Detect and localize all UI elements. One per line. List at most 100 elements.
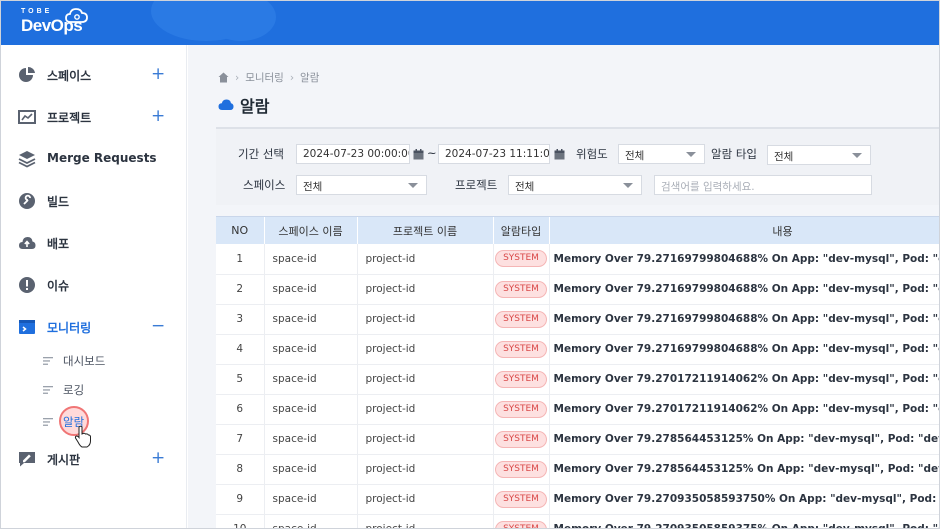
project-select[interactable]: 전체 (508, 175, 642, 195)
table-row[interactable]: 8 space-id project-id SYSTEM Memory Over 79.… (216, 454, 939, 485)
space-label: 스페이스 (243, 178, 286, 192)
space-select[interactable]: 전체 (296, 175, 427, 195)
calendar-icon[interactable] (554, 149, 565, 160)
alarm-type-badge: SYSTEM (495, 490, 547, 508)
chevron-right-icon: › (235, 71, 240, 84)
alarm-type-badge: SYSTEM (495, 460, 547, 478)
end-date-input[interactable]: 2024-07-23 11:11:03 (438, 144, 550, 164)
cell-project: project-id (357, 484, 494, 515)
cell-project: project-id (357, 454, 494, 485)
sidebar-subitem-label: 로깅 (63, 383, 85, 397)
sidebar-item-build[interactable]: 빌드 (1, 186, 187, 216)
filter-panel: 기간 선택 2024-07-23 00:00:00 ~ 2024-07-23 1… (216, 127, 939, 205)
table-row[interactable]: 5 space-id project-id SYSTEM Memory Over 79.… (216, 364, 939, 395)
pie-chart-icon (19, 66, 35, 82)
cell-no: 5 (216, 364, 265, 395)
page-title: 알람 (218, 93, 269, 117)
cell-project: project-id (357, 514, 494, 528)
cell-content: Memory Over 79.270935058593750% On App: … (549, 484, 939, 515)
cell-content: Memory Over 79.27017211914062% On App: "… (549, 394, 939, 425)
cell-type: SYSTEM (493, 274, 550, 305)
cell-space: space-id (264, 274, 358, 305)
sidebar-subitem-logging[interactable]: 로깅 (1, 378, 187, 402)
cell-type: SYSTEM (493, 424, 550, 455)
sidebar-item-label: 배포 (47, 237, 70, 251)
table-row[interactable]: 7 space-id project-id SYSTEM Memory Over 79.… (216, 424, 939, 455)
period-label: 기간 선택 (238, 147, 284, 161)
cell-no: 1 (216, 244, 265, 275)
page-title-text: 알람 (240, 97, 270, 116)
table-row[interactable]: 2 space-id project-id SYSTEM Memory Over 79.… (216, 274, 939, 305)
cell-type: SYSTEM (493, 394, 550, 425)
cell-space: space-id (264, 364, 358, 395)
column-header-type[interactable]: 알람타입 (493, 217, 550, 244)
cell-space: space-id (264, 454, 358, 485)
sidebar-item-label: 게시판 (47, 453, 81, 467)
chevron-down-icon (408, 183, 418, 188)
table-row[interactable]: 9 space-id project-id SYSTEM Memory Over 79.… (216, 484, 939, 515)
cell-space: space-id (264, 424, 358, 455)
sidebar-item-board[interactable]: 게시판 + (1, 444, 187, 474)
alarm-type-select[interactable]: 전체 (767, 145, 871, 165)
search-input[interactable]: 검색어를 입력하세요. (654, 175, 872, 195)
alarm-table: NO 스페이스 이름 프로젝트 이름 알람타입 내용 1 space-id proj… (216, 216, 939, 528)
expand-icon[interactable]: + (151, 64, 165, 84)
alarm-type-badge: SYSTEM (495, 340, 547, 358)
sidebar-subitem-alarm[interactable]: 알람 (1, 410, 187, 434)
sidebar-item-issue[interactable]: 이슈 (1, 270, 187, 300)
sidebar-item-label: 모니터링 (47, 321, 92, 335)
alarm-type-badge: SYSTEM (495, 370, 547, 388)
sidebar-item-deploy[interactable]: 배포 (1, 228, 187, 258)
alarm-type-label: 알람 타입 (711, 147, 757, 161)
start-date-input[interactable]: 2024-07-23 00:00:00 (296, 144, 410, 164)
cell-no: 8 (216, 454, 265, 485)
sidebar: 스페이스 + 프로젝트 + Merge Requests 빌드 배포 이슈 모니… (1, 45, 187, 528)
sidebar-item-project[interactable]: 프로젝트 + (1, 102, 187, 132)
table-row[interactable]: 3 space-id project-id SYSTEM Memory Over 79.… (216, 304, 939, 335)
list-lines-icon (43, 386, 53, 394)
collapse-icon[interactable]: − (151, 316, 165, 336)
column-header-content[interactable]: 내용 (549, 217, 939, 244)
sidebar-item-merge-requests[interactable]: Merge Requests (1, 144, 187, 174)
risk-select[interactable]: 전체 (618, 144, 705, 164)
app-window: TOBE DevOps 스페이스 + 프로젝트 + Merge Requests… (0, 0, 940, 529)
sidebar-item-monitoring[interactable]: 모니터링 − (1, 312, 187, 342)
home-icon[interactable] (218, 72, 229, 83)
cell-space: space-id (264, 244, 358, 275)
project-select-value: 전체 (515, 181, 535, 193)
cell-type: SYSTEM (493, 454, 550, 485)
cell-type: SYSTEM (493, 514, 550, 528)
cell-space: space-id (264, 304, 358, 335)
sidebar-subitem-dashboard[interactable]: 대시보드 (1, 349, 187, 373)
expand-icon[interactable]: + (151, 106, 165, 126)
column-header-space[interactable]: 스페이스 이름 (264, 217, 358, 244)
cell-content: Memory Over 79.27169799804688% On App: "… (549, 274, 939, 305)
column-header-project[interactable]: 프로젝트 이름 (357, 217, 494, 244)
table-row[interactable]: 6 space-id project-id SYSTEM Memory Over 79.… (216, 394, 939, 425)
breadcrumb-item-current: 알람 (300, 72, 320, 84)
date-separator: ~ (427, 146, 437, 160)
cloud-upload-icon (19, 237, 36, 249)
exclamation-icon (19, 277, 35, 293)
breadcrumb-item[interactable]: 모니터링 (245, 70, 284, 85)
cell-no: 6 (216, 394, 265, 425)
column-header-no[interactable]: NO (216, 217, 265, 244)
sidebar-item-space[interactable]: 스페이스 + (1, 60, 187, 90)
cell-project: project-id (357, 364, 494, 395)
alarm-type-badge: SYSTEM (495, 310, 547, 328)
table-row[interactable]: 10 space-id project-id SYSTEM Memory Over 79… (216, 514, 939, 528)
alarm-type-select-value: 전체 (774, 151, 794, 163)
calendar-icon[interactable] (413, 149, 424, 160)
table-row[interactable]: 4 space-id project-id SYSTEM Memory Over 79.… (216, 334, 939, 365)
table-row[interactable]: 1 space-id project-id SYSTEM Memory Over 79.… (216, 244, 939, 275)
cell-content: Memory Over 79.27017211914062% On App: "… (549, 364, 939, 395)
chevron-down-icon (852, 153, 862, 158)
cell-content: Memory Over 79.27169799804688% On App: "… (549, 334, 939, 365)
alarm-type-badge: SYSTEM (495, 250, 547, 268)
cell-space: space-id (264, 484, 358, 515)
chevron-down-icon (623, 183, 633, 188)
cell-no: 3 (216, 304, 265, 335)
logo[interactable]: TOBE DevOps (21, 7, 88, 36)
expand-icon[interactable]: + (151, 448, 165, 468)
cell-no: 9 (216, 484, 265, 515)
